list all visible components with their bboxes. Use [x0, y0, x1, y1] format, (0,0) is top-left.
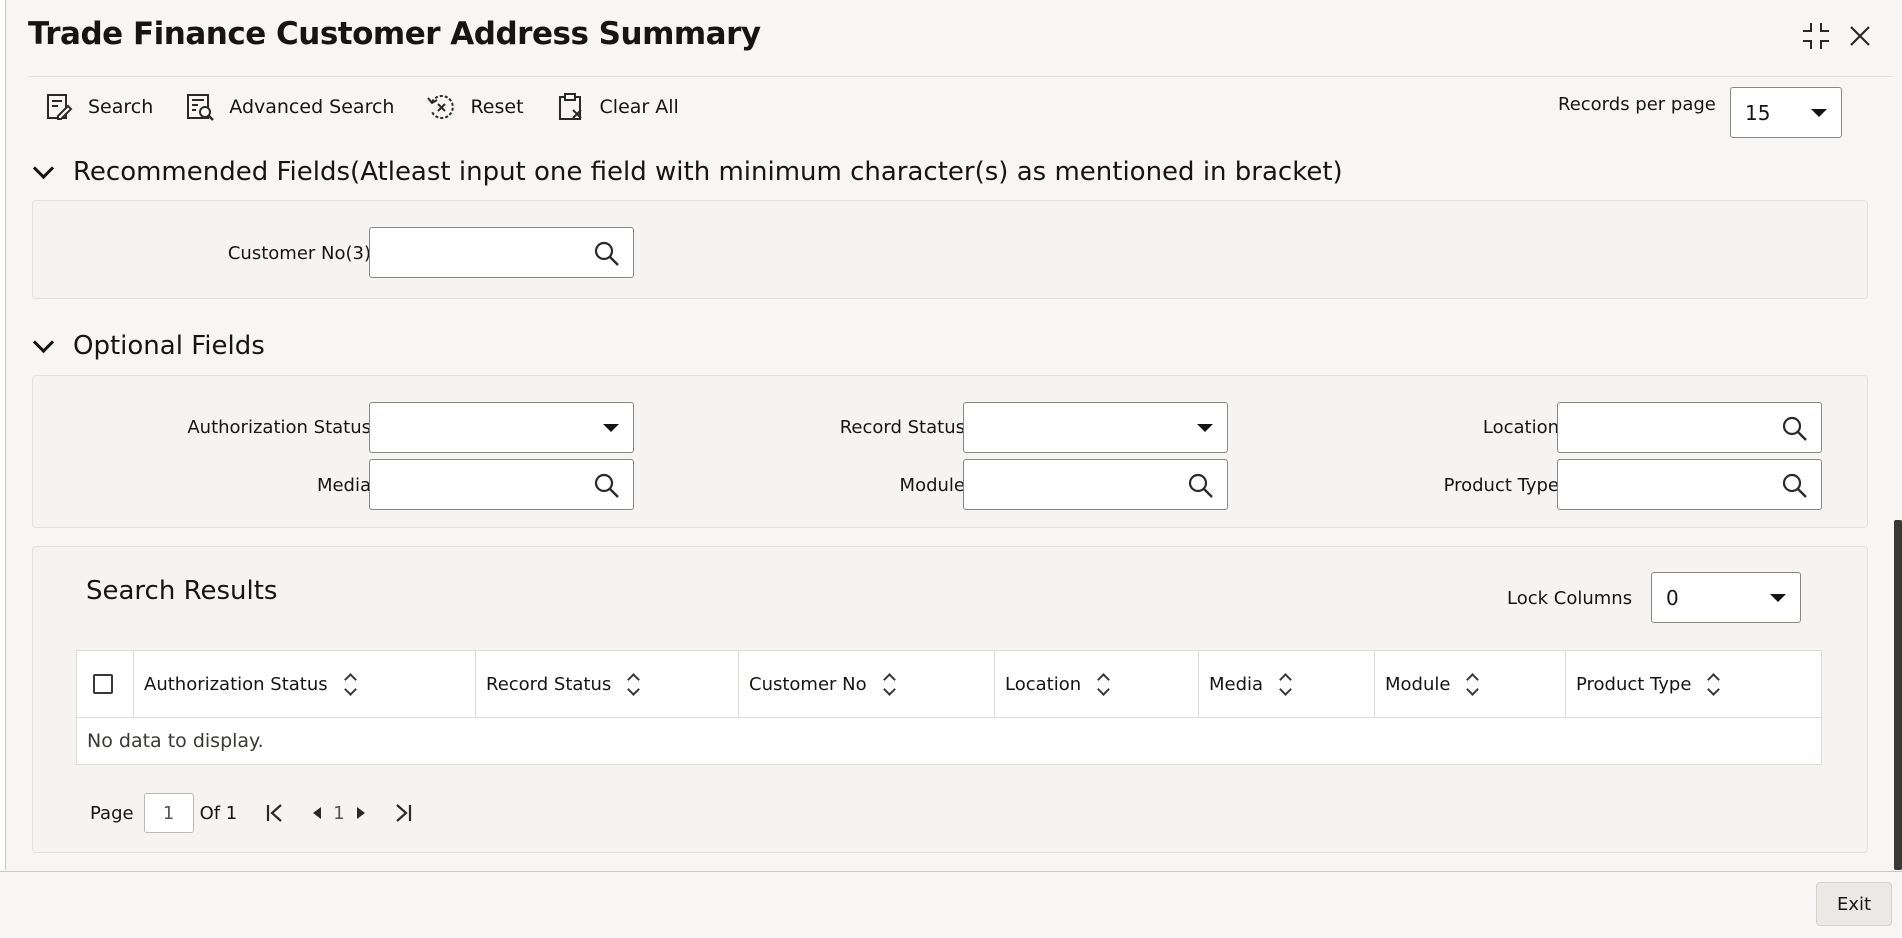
column-label: Media	[1209, 674, 1263, 695]
search-icon[interactable]	[593, 240, 621, 268]
sort-icon[interactable]	[1468, 674, 1477, 695]
location-input[interactable]	[1557, 402, 1822, 453]
optional-fields-header[interactable]: Optional Fields	[32, 331, 265, 361]
column-module[interactable]: Module	[1375, 651, 1566, 717]
recommended-fields-panel: Customer No(3)	[32, 200, 1868, 299]
records-per-page-label: Records per page	[1558, 94, 1716, 115]
customer-no-input[interactable]	[369, 227, 634, 278]
first-page-icon[interactable]	[259, 797, 291, 829]
lock-columns-value: 0	[1666, 586, 1679, 610]
location-label: Location	[1333, 417, 1559, 438]
authorization-status-select[interactable]	[369, 402, 634, 453]
search-icon[interactable]	[1781, 415, 1809, 443]
select-all-cell	[77, 651, 134, 717]
exit-button[interactable]: Exit	[1816, 882, 1892, 926]
page-title: Trade Finance Customer Address Summary	[28, 16, 761, 52]
column-location[interactable]: Location	[995, 651, 1199, 717]
column-label: Location	[1005, 674, 1081, 695]
empty-table-message: No data to display.	[77, 718, 1821, 764]
column-authorization-status[interactable]: Authorization Status	[134, 651, 476, 717]
clipboard-clear-icon	[556, 92, 586, 122]
column-label: Record Status	[486, 674, 611, 695]
search-icon[interactable]	[1781, 472, 1809, 500]
reset-icon	[426, 92, 456, 122]
sort-icon[interactable]	[1099, 674, 1108, 695]
column-label: Module	[1385, 674, 1450, 695]
advanced-search-icon	[185, 92, 215, 122]
page-number-input[interactable]: 1	[144, 793, 194, 833]
media-label: Media	[133, 475, 371, 496]
record-status-select[interactable]	[963, 402, 1228, 453]
reset-label: Reset	[470, 96, 523, 118]
recommended-fields-heading: Recommended Fields(Atleast input one fie…	[73, 157, 1343, 187]
authorization-status-label: Authorization Status	[133, 417, 371, 438]
chevron-down-icon	[1770, 594, 1786, 602]
chevron-down-icon	[1811, 109, 1827, 117]
chevron-down-icon	[33, 331, 54, 352]
reset-button[interactable]: Reset	[426, 92, 523, 122]
previous-page-icon[interactable]	[301, 797, 333, 829]
footer-divider	[0, 871, 1902, 872]
chevron-down-icon	[33, 157, 54, 178]
search-label: Search	[88, 96, 153, 118]
lock-columns-select[interactable]: 0	[1651, 572, 1801, 623]
search-results-table: Authorization Status Record Status Custo…	[76, 650, 1822, 765]
toolbar: Search Advanced Search Reset Clear All	[44, 92, 711, 122]
optional-fields-panel: Authorization Status Record Status Locat…	[32, 375, 1868, 528]
advanced-search-button[interactable]: Advanced Search	[185, 92, 394, 122]
search-icon[interactable]	[593, 472, 621, 500]
sort-icon[interactable]	[885, 674, 894, 695]
column-label: Authorization Status	[144, 674, 328, 695]
optional-fields-heading: Optional Fields	[73, 331, 265, 361]
page-label: Page	[90, 803, 134, 824]
recommended-fields-header[interactable]: Recommended Fields(Atleast input one fie…	[32, 157, 1343, 187]
select-all-checkbox[interactable]	[93, 674, 113, 694]
sort-icon[interactable]	[629, 674, 638, 695]
module-input[interactable]	[963, 459, 1228, 510]
column-label: Customer No	[749, 674, 867, 695]
sort-icon[interactable]	[1281, 674, 1290, 695]
column-label: Product Type	[1576, 674, 1691, 695]
close-icon[interactable]	[1842, 18, 1878, 54]
media-input[interactable]	[369, 459, 634, 510]
last-page-icon[interactable]	[387, 797, 419, 829]
record-status-label: Record Status	[733, 417, 965, 438]
clear-all-button[interactable]: Clear All	[556, 92, 679, 122]
vertical-scrollbar[interactable]	[1894, 520, 1902, 870]
lock-columns-label: Lock Columns	[1507, 588, 1632, 609]
sort-icon[interactable]	[1709, 674, 1718, 695]
sort-icon[interactable]	[346, 674, 355, 695]
minimize-window-icon[interactable]	[1798, 18, 1834, 54]
column-customer-no[interactable]: Customer No	[739, 651, 995, 717]
advanced-search-label: Advanced Search	[229, 96, 394, 118]
pagination: Page 1 Of 1 1	[90, 793, 419, 833]
customer-no-label: Customer No(3)	[183, 243, 371, 264]
column-product-type[interactable]: Product Type	[1566, 651, 1821, 717]
records-per-page-value: 15	[1745, 101, 1770, 125]
search-doc-icon	[44, 92, 74, 122]
window-left-edge	[0, 0, 6, 870]
module-label: Module	[733, 475, 965, 496]
clear-all-label: Clear All	[600, 96, 679, 118]
title-divider	[28, 76, 1894, 77]
product-type-label: Product Type	[1333, 475, 1559, 496]
chevron-down-icon	[1197, 424, 1213, 432]
records-per-page-select[interactable]: 15	[1730, 87, 1842, 138]
page-number-value: 1	[163, 803, 174, 824]
chevron-down-icon	[603, 424, 619, 432]
search-button[interactable]: Search	[44, 92, 153, 122]
product-type-input[interactable]	[1557, 459, 1822, 510]
search-results-heading: Search Results	[86, 576, 277, 606]
page-count-label: Of 1	[200, 803, 238, 824]
column-record-status[interactable]: Record Status	[476, 651, 739, 717]
table-header-row: Authorization Status Record Status Custo…	[77, 651, 1821, 718]
column-media[interactable]: Media	[1199, 651, 1375, 717]
search-icon[interactable]	[1187, 472, 1215, 500]
current-page: 1	[333, 803, 344, 824]
next-page-icon[interactable]	[345, 797, 377, 829]
